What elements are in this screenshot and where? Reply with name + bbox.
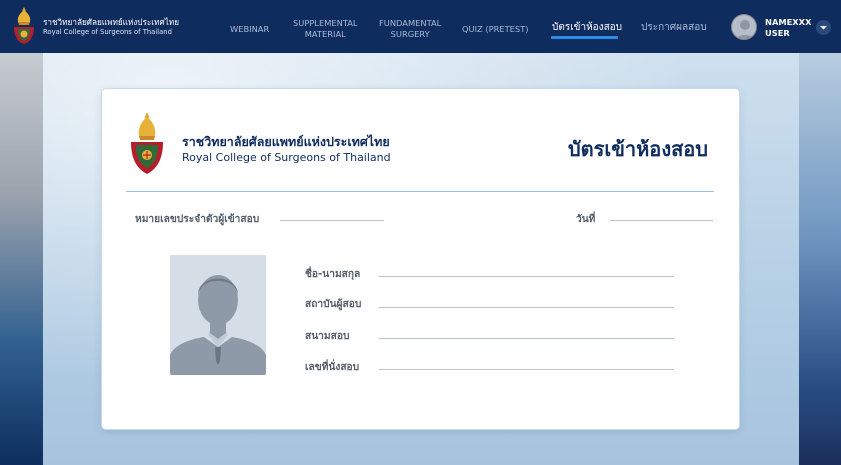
user-avatar-icon[interactable] xyxy=(731,14,757,40)
venue-label: สนามสอบ xyxy=(305,331,350,342)
nav-fundamental-surgery[interactable]: FUNDAMENTAL SURGERY xyxy=(379,18,441,39)
institution-line xyxy=(379,307,674,308)
name-label: ชื่อ-นามสกุล xyxy=(305,269,361,280)
nav-fundamental-line1: FUNDAMENTAL xyxy=(379,18,442,28)
card-org-name-english: Royal College of Surgeons of Thailand xyxy=(182,151,391,164)
seat-number-label: เลขที่นั่งสอบ xyxy=(305,362,360,373)
institution-label: สถาบันผู้สอบ xyxy=(305,299,362,310)
date-label: วันที่ xyxy=(576,214,596,225)
nav-supplemental-line1: SUPPLEMENTAL xyxy=(293,18,358,28)
college-emblem-icon xyxy=(131,112,163,174)
venue-line xyxy=(379,338,674,339)
nav-admission-card[interactable]: บัตรเข้าห้องสอบ xyxy=(552,22,622,34)
candidate-id-label: หมายเลขประจำตัวผู้เข้าสอบ xyxy=(135,214,260,225)
top-navigation-bar: ราชวิทยาลัยศัลยแพทย์แห่งประเทศไทย Royal … xyxy=(0,0,841,53)
college-emblem-icon[interactable] xyxy=(10,6,38,46)
card-title: บัตรเข้าห้องสอบ xyxy=(567,137,708,161)
candidate-photo xyxy=(170,255,266,375)
person-placeholder-icon xyxy=(170,255,266,375)
nav-supplemental-line2: MATERIAL xyxy=(304,28,346,39)
user-name: NAMEXXX xyxy=(765,17,812,27)
nav-exam-results[interactable]: ประกาศผลสอบ xyxy=(641,22,707,34)
card-org-name-thai: ราชวิทยาลัยศัลยแพทย์แห่งประเทศไทย xyxy=(182,134,390,149)
background-right-strip xyxy=(799,53,841,465)
nav-active-indicator xyxy=(551,36,618,39)
chevron-down-circle-icon[interactable] xyxy=(815,19,832,36)
nav-webinar[interactable]: WEBINAR xyxy=(230,24,269,35)
brand-name-english: Royal College of Surgeons of Thailand xyxy=(43,28,172,36)
user-role: USER xyxy=(765,28,790,38)
card-divider xyxy=(126,191,714,192)
name-line xyxy=(379,276,674,277)
nav-supplemental-material[interactable]: SUPPLEMENTAL MATERIAL xyxy=(293,18,358,39)
date-line xyxy=(610,220,713,221)
nav-fundamental-line2: SURGERY xyxy=(390,28,430,39)
exam-admission-card: ราชวิทยาลัยศัลยแพทย์แห่งประเทศไทย Royal … xyxy=(101,88,740,430)
seat-number-line xyxy=(379,369,674,370)
candidate-id-line xyxy=(280,220,384,221)
background-left-strip xyxy=(0,53,43,465)
nav-quiz-pretest[interactable]: QUIZ (PRETEST) xyxy=(462,24,529,35)
